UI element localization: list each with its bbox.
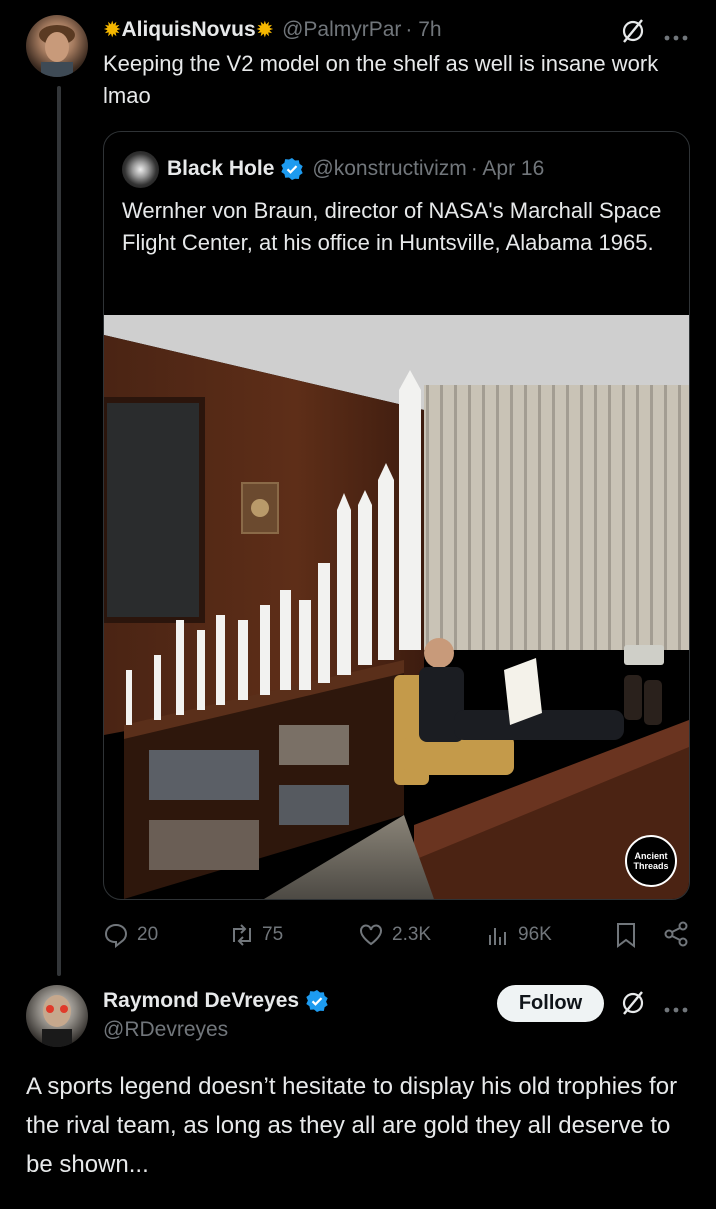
user-handle: @konstructivizm — [312, 157, 467, 180]
like-button[interactable]: 2.3K — [358, 918, 431, 952]
sun-icon: ✹ — [255, 17, 275, 42]
avatar[interactable] — [26, 985, 88, 1047]
thread-connector-line — [57, 86, 61, 976]
display-name[interactable]: AliquisNovus — [121, 18, 255, 42]
repost-icon — [233, 924, 251, 946]
verified-badge-icon — [280, 157, 304, 181]
avatar — [122, 151, 159, 188]
avatar[interactable] — [26, 15, 88, 77]
post-image[interactable]: Ancient Threads — [104, 315, 689, 899]
sun-icon: ✹ — [103, 17, 122, 42]
grok-icon[interactable] — [620, 990, 646, 1016]
share-icon — [664, 921, 688, 947]
post-header: ✹ AliquisNovus ✹ @PalmyrPar · 7h — [103, 14, 442, 46]
reply-icon — [104, 923, 128, 948]
post-text: A sports legend doesn’t hesitate to disp… — [26, 1073, 678, 1178]
quoted-post-card[interactable]: Black Hole @konstructivizm · Apr 16 Wern… — [103, 131, 690, 900]
display-name: Black Hole — [167, 157, 275, 180]
repost-button[interactable]: 75 — [228, 918, 283, 952]
follow-button[interactable]: Follow — [497, 985, 604, 1022]
quoted-header: Black Hole @konstructivizm · Apr 16 — [167, 152, 544, 186]
reply-button[interactable]: 20 — [103, 918, 158, 952]
user-handle[interactable]: @RDevreyes — [103, 1018, 228, 1042]
post-time[interactable]: · 7h — [405, 18, 441, 42]
quoted-post-text: Wernher von Braun, director of NASA's Ma… — [122, 198, 662, 255]
post-date: · Apr 16 — [470, 157, 545, 180]
share-button[interactable] — [663, 921, 689, 952]
views-count: 96K — [518, 924, 552, 945]
heart-icon — [360, 924, 382, 946]
watermark-badge: Ancient Threads — [625, 835, 677, 887]
reply-count: 20 — [137, 924, 159, 945]
like-count: 2.3K — [392, 924, 432, 945]
more-options-icon[interactable] — [664, 1000, 688, 1013]
verified-badge-icon — [305, 989, 329, 1013]
more-options-icon[interactable] — [664, 28, 688, 41]
analytics-icon — [489, 928, 506, 945]
bookmark-icon — [617, 923, 635, 948]
views-button[interactable]: 96K — [486, 918, 552, 952]
grok-icon[interactable] — [620, 18, 646, 44]
post-text: Keeping the V2 model on the shelf as wel… — [103, 51, 659, 108]
bookmark-button[interactable] — [615, 921, 637, 954]
display-name[interactable]: Raymond DeVreyes — [103, 989, 299, 1013]
post-header: Raymond DeVreyes — [103, 985, 329, 1017]
user-handle[interactable]: @PalmyrPar — [282, 18, 401, 42]
repost-count: 75 — [262, 924, 284, 945]
action-bar: 20 75 2.3K 96K — [103, 918, 693, 952]
